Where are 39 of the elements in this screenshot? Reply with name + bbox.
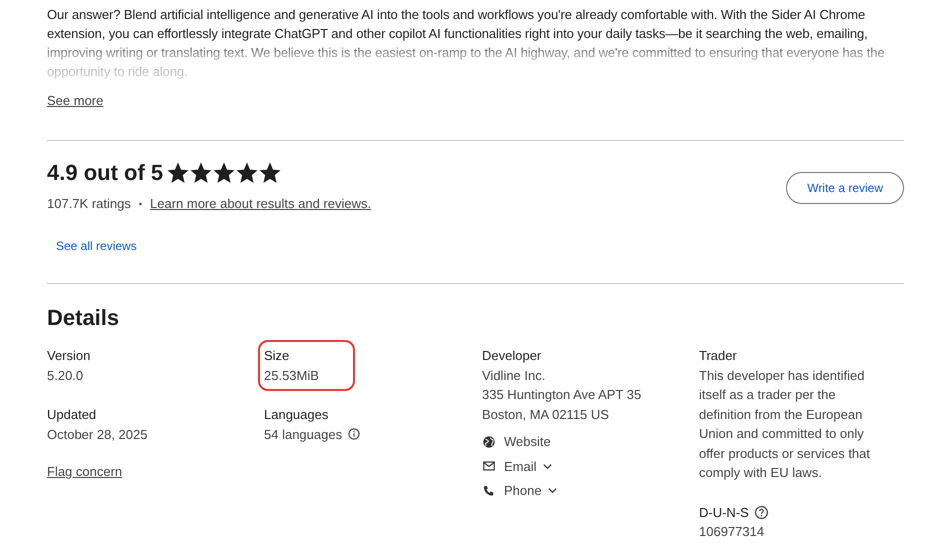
write-review-button[interactable]: Write a review bbox=[786, 172, 904, 204]
rating-title: 4.9 out of 5 bbox=[47, 159, 164, 187]
star-icon bbox=[190, 162, 212, 184]
detail-value: 54 languages bbox=[264, 426, 342, 444]
website-link[interactable]: Website bbox=[482, 432, 642, 452]
see-all-reviews-link[interactable]: See all reviews bbox=[56, 239, 137, 253]
phone-icon bbox=[482, 484, 496, 498]
detail-value: October 28, 2025 bbox=[47, 426, 148, 444]
details-heading: Details bbox=[47, 304, 120, 332]
flag-concern-link[interactable]: Flag concern bbox=[47, 464, 122, 479]
detail-value: 25.53MiB bbox=[264, 366, 319, 384]
star-icon bbox=[167, 162, 190, 184]
detail-value: 106977314 bbox=[699, 523, 764, 541]
star-icon bbox=[259, 162, 282, 184]
detail-label: Version bbox=[47, 347, 90, 365]
learn-more-link[interactable]: Learn more about results and reviews. bbox=[150, 196, 372, 211]
detail-value: This developer has identified itself as a trader per the definition from the European Union and committed to only offer products or services that comply with EU laws. bbox=[699, 366, 872, 482]
detail-value: Vidline Inc. bbox=[482, 366, 546, 384]
detail-label: Updated bbox=[47, 406, 96, 424]
separator-dot: • bbox=[138, 198, 142, 208]
detail-label: Languages bbox=[264, 406, 328, 424]
detail-value: Boston, MA 02115 US bbox=[482, 406, 609, 424]
help-icon[interactable] bbox=[754, 504, 769, 520]
detail-value: 5.20.0 bbox=[47, 366, 84, 384]
info-icon[interactable] bbox=[347, 427, 362, 442]
ratings-count: 107.7K ratings bbox=[47, 196, 131, 211]
detail-label: D-U-N-S bbox=[699, 504, 749, 522]
phone-link[interactable]: Phone bbox=[482, 481, 642, 500]
email-link[interactable]: Email bbox=[482, 456, 642, 476]
detail-label: Trader bbox=[699, 347, 737, 365]
detail-label: Developer bbox=[482, 347, 542, 365]
globe-icon bbox=[482, 434, 496, 449]
star-icon bbox=[236, 162, 258, 184]
envelope-icon bbox=[482, 459, 496, 474]
star-icon bbox=[213, 162, 236, 184]
detail-label: Size bbox=[264, 347, 290, 365]
description-text: Our answer? Blend artificial intelligence and generative AI into the tools and workflows you're already comfortable with. With the Sider AI Chrome extension, you can effortlessly integrate ChatGPT and other copilot AI functionalities right into your daily tasks—be it searching the web, emailing, improving writing or translating text. We believe this is the easiest on-ramp to the AI highway, and we're committed to ensuring that everyone has the opportunity to ride along. bbox=[47, 6, 886, 81]
see-more-link[interactable]: See more bbox=[47, 93, 104, 108]
detail-value: 335 Huntington Ave APT 35 bbox=[482, 386, 642, 404]
